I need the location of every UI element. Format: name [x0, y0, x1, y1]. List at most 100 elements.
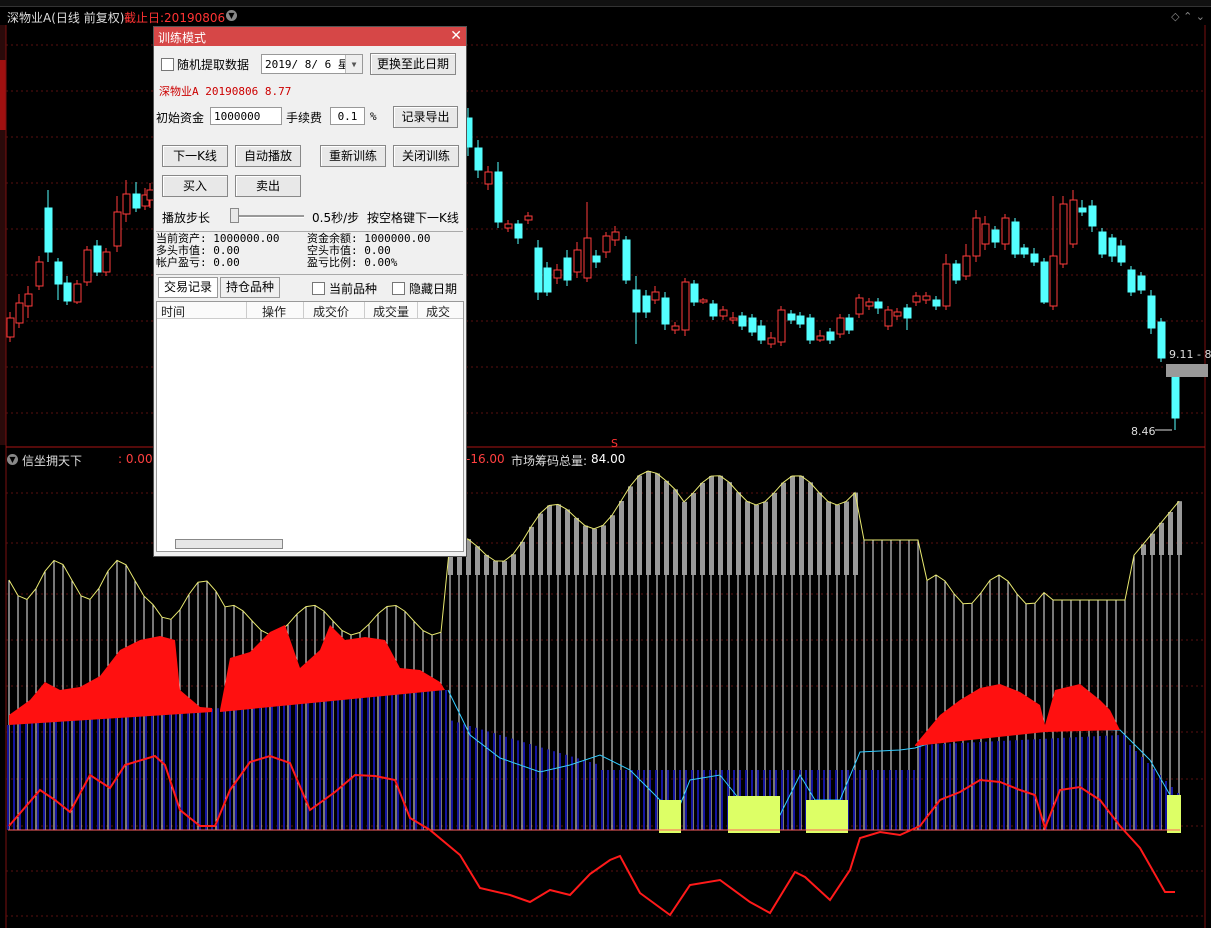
chip-gray-bar-93 — [844, 501, 849, 575]
oscillator-line — [8, 754, 1175, 917]
candle-body-23 — [534, 247, 543, 293]
candle-body-67 — [962, 255, 971, 277]
chip-gray-bar-86 — [781, 482, 786, 575]
chip-gray-bar-83 — [754, 504, 759, 575]
candle-body-82 — [1108, 237, 1117, 257]
candle-body-75 — [1040, 261, 1049, 303]
table-header: 时间 操作 成交价 成交量 成交 — [157, 302, 463, 319]
candle-body-32 — [622, 239, 631, 281]
restart-button[interactable]: 重新训练 — [320, 145, 386, 167]
chip-gray-bar-63 — [574, 517, 579, 575]
candle-body-2 — [24, 293, 33, 307]
col-action[interactable]: 操作 — [262, 303, 286, 320]
buy-button[interactable]: 买入 — [162, 175, 228, 197]
tab-trade-records[interactable]: 交易记录 — [158, 277, 218, 298]
col-volume[interactable]: 成交量 — [373, 303, 409, 320]
candle-body-27 — [573, 249, 582, 273]
step-slider-track[interactable] — [233, 215, 304, 218]
col-price[interactable]: 成交价 — [313, 303, 349, 320]
tab-positions[interactable]: 持仓品种 — [220, 277, 280, 298]
candle-body-47 — [767, 337, 776, 345]
candle-body-88 — [1171, 373, 1180, 419]
fee-input[interactable]: 0.1 — [330, 107, 365, 125]
stock-info: 深物业A 20190806 8.77 — [159, 85, 292, 98]
hide-date-label: 隐藏日期 — [409, 282, 458, 296]
current-stock-label: 当前品种 — [329, 282, 378, 296]
red-area-1 — [9, 636, 212, 725]
candle-body-31 — [611, 231, 620, 241]
candle-body-59 — [884, 309, 893, 327]
close-training-button[interactable]: 关闭训练 — [393, 145, 459, 167]
candle-body-0 — [6, 317, 15, 338]
account-stats: 当前资产: 1000000.00 资金余额: 1000000.00 多头市值: … — [156, 231, 463, 275]
candle-body-24 — [543, 267, 552, 293]
chip-gray-bar-75 — [682, 501, 687, 575]
trade-records-table[interactable]: 时间 操作 成交价 成交量 成交 — [156, 301, 464, 552]
candle-body-11 — [113, 211, 122, 247]
chip-gray-bar-88 — [799, 475, 804, 575]
date-value: 2019/ 8/ 6 星 — [265, 58, 349, 71]
chip-gray-bar-89 — [808, 482, 813, 575]
candle-body-76 — [1049, 255, 1058, 307]
step-slider-thumb[interactable] — [230, 208, 239, 223]
candle-body-18 — [484, 171, 493, 185]
chip-gray-bar-60 — [547, 505, 552, 575]
candle-body-36 — [661, 297, 670, 325]
chip-gray-bar-82 — [745, 501, 750, 575]
candle-body-77 — [1059, 203, 1068, 265]
horizontal-scrollbar[interactable] — [175, 539, 283, 549]
change-date-button[interactable]: 更换至此日期 — [370, 53, 456, 75]
hide-date-checkbox[interactable] — [392, 282, 405, 295]
indicator-menu-icon[interactable]: ▼ — [7, 454, 18, 465]
green-block-1 — [728, 796, 780, 833]
date-picker[interactable]: 2019/ 8/ 6 星 ▼ — [261, 54, 363, 74]
green-block-0 — [659, 800, 681, 833]
col-turnover[interactable]: 成交 — [426, 303, 450, 320]
candle-body-4 — [44, 207, 53, 253]
candle-body-33 — [632, 289, 641, 313]
candle-body-46 — [757, 325, 766, 341]
chip-gray-bar-55 — [502, 561, 507, 575]
candle-body-45 — [748, 317, 757, 333]
random-label: 随机提取数据 — [177, 58, 250, 72]
capital-input[interactable]: 1000000 — [210, 107, 282, 125]
candle-body-74 — [1030, 253, 1039, 263]
candle-body-87 — [1157, 321, 1166, 359]
candle-body-53 — [826, 331, 835, 341]
col-time[interactable]: 时间 — [161, 303, 185, 320]
candle-body-21 — [514, 223, 523, 239]
chip-gray-bar-65 — [592, 528, 597, 575]
chip-gray-bar-61 — [556, 504, 561, 575]
chip-gray-bar-127 — [1150, 533, 1155, 555]
red-area-2 — [220, 625, 445, 712]
candle-body-48 — [777, 309, 786, 343]
sell-button[interactable]: 卖出 — [235, 175, 301, 197]
close-icon[interactable]: ✕ — [450, 28, 462, 44]
pnl-ratio: 盈亏比例: 0.00% — [307, 256, 398, 269]
candle-body-40 — [699, 299, 708, 303]
candle-body-84 — [1127, 269, 1136, 293]
chip-gray-bar-130 — [1177, 501, 1182, 555]
indicator-value: 84.00 — [591, 452, 626, 466]
chip-gray-bar-80 — [727, 482, 732, 575]
chip-gray-bar-74 — [673, 489, 678, 575]
chip-gray-bar-70 — [637, 475, 642, 575]
candle-body-44 — [738, 315, 747, 327]
dialog-title-bar[interactable]: 训练模式 ✕ — [154, 27, 466, 46]
auto-play-button[interactable]: 自动播放 — [235, 145, 301, 167]
random-checkbox[interactable] — [161, 58, 174, 71]
export-button[interactable]: 记录导出 — [393, 106, 458, 128]
candle-body-80 — [1088, 205, 1097, 227]
next-candle-button[interactable]: 下一K线 — [162, 145, 228, 167]
candle-body-72 — [1011, 221, 1020, 255]
current-stock-checkbox[interactable] — [312, 282, 325, 295]
indicator-value-1: -16.00 — [466, 452, 505, 466]
chip-gray-bar-54 — [493, 560, 498, 575]
candle-body-41 — [709, 303, 718, 317]
candle-body-85 — [1137, 275, 1146, 291]
chevron-down-icon[interactable]: ▼ — [345, 55, 362, 73]
candle-body-60 — [893, 311, 902, 317]
chip-gray-bar-57 — [520, 541, 525, 575]
candle-body-66 — [952, 263, 961, 281]
account-pnl: 帐户盈亏: 0.00 — [156, 256, 240, 269]
